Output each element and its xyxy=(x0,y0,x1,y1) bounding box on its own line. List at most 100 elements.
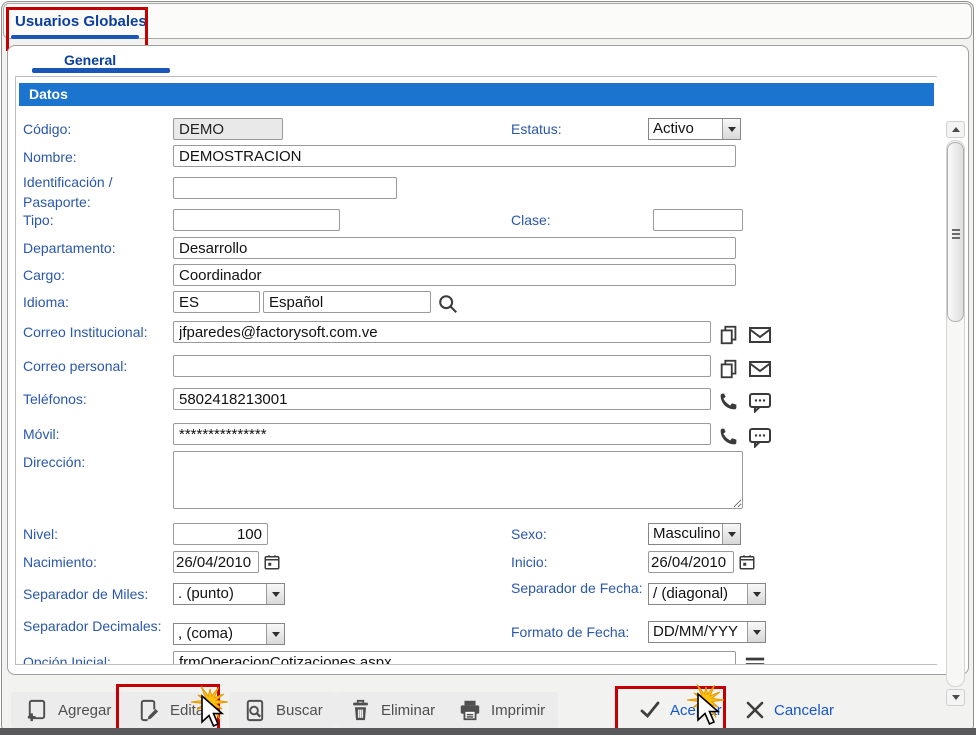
mail-icon[interactable] xyxy=(747,356,772,381)
editar-button[interactable]: Editar xyxy=(123,692,222,728)
identificacion-input[interactable] xyxy=(173,177,397,199)
cancelar-button[interactable]: Cancelar xyxy=(732,692,847,728)
tab-general-underline xyxy=(32,68,170,73)
correo-institucional-input[interactable] xyxy=(173,321,711,343)
codigo-input xyxy=(173,118,283,140)
scroll-up-button[interactable] xyxy=(946,121,965,138)
chevron-down-icon[interactable] xyxy=(722,524,740,544)
edit-document-icon xyxy=(136,698,161,723)
movil-input[interactable] xyxy=(173,423,711,445)
x-icon xyxy=(745,700,765,720)
agregar-button[interactable]: Agregar xyxy=(11,692,124,728)
form-scroll-area: Datos Código: Estatus: Activo Nombre: Id… xyxy=(15,76,937,665)
phone-icon[interactable] xyxy=(716,424,741,449)
section-header-datos: Datos xyxy=(19,83,934,106)
codigo-label: Código: xyxy=(23,120,171,140)
sep-miles-select[interactable]: . (punto) xyxy=(173,583,285,605)
sep-fecha-select[interactable]: / (diagonal) xyxy=(648,583,766,605)
tab-general[interactable]: General xyxy=(64,52,116,68)
sexo-label: Sexo: xyxy=(511,525,651,545)
clase-input[interactable] xyxy=(653,209,743,231)
inicio-label: Inicio: xyxy=(511,553,651,573)
copy-icon[interactable] xyxy=(716,322,741,347)
sep-fecha-label: Separador de Fecha: xyxy=(511,579,651,599)
departamento-input[interactable] xyxy=(173,237,736,259)
cargo-input[interactable] xyxy=(173,264,736,286)
nombre-input[interactable] xyxy=(173,145,736,167)
estatus-select-value: Activo xyxy=(649,119,722,139)
nacimiento-label: Nacimiento: xyxy=(23,553,171,573)
nacimiento-input[interactable] xyxy=(173,551,259,573)
sep-miles-label: Separador de Miles: xyxy=(23,585,171,605)
movil-label: Móvil: xyxy=(23,425,171,445)
eliminar-button[interactable]: Eliminar xyxy=(336,692,448,728)
buscar-label: Buscar xyxy=(276,702,323,719)
tipo-label: Tipo: xyxy=(23,211,171,231)
direccion-textarea[interactable] xyxy=(173,451,743,509)
phone-icon[interactable] xyxy=(716,389,741,414)
cargo-label: Cargo: xyxy=(23,266,171,286)
search-icon[interactable] xyxy=(435,291,460,316)
cancelar-label: Cancelar xyxy=(774,702,834,719)
search-document-icon xyxy=(242,698,267,723)
scroll-down-button[interactable] xyxy=(946,689,965,706)
inicio-input[interactable] xyxy=(648,551,734,573)
estatus-select[interactable]: Activo xyxy=(648,118,741,140)
buscar-button[interactable]: Buscar xyxy=(229,692,336,728)
correo-institucional-label: Correo Institucional: xyxy=(23,323,171,343)
eliminar-label: Eliminar xyxy=(381,702,435,719)
menu-icon[interactable] xyxy=(742,652,767,665)
screenshot-stage: Usuarios Globales General Datos Código: … xyxy=(0,0,976,735)
clase-label: Clase: xyxy=(511,211,651,231)
sexo-select[interactable]: Masculino xyxy=(648,523,741,545)
copy-icon[interactable] xyxy=(716,356,741,381)
window-bottom-edge xyxy=(0,728,976,735)
opcion-inicial-input[interactable] xyxy=(173,651,736,665)
opcion-inicial-label: Opción Inicial: xyxy=(23,653,171,665)
telefonos-input[interactable] xyxy=(173,388,711,410)
scroll-up-icon xyxy=(952,127,960,132)
identificacion-label: Identificación / Pasaporte: xyxy=(23,173,171,212)
aceptar-label: Aceptar xyxy=(670,702,722,719)
correo-personal-label: Correo personal: xyxy=(23,357,171,377)
calendar-icon[interactable] xyxy=(737,552,757,572)
chevron-down-icon[interactable] xyxy=(747,584,765,604)
nivel-input[interactable] xyxy=(173,523,268,545)
estatus-label: Estatus: xyxy=(511,120,651,140)
check-icon xyxy=(639,699,661,721)
formato-fecha-select-value: DD/MM/YYY xyxy=(649,622,747,642)
idioma-label: Idioma: xyxy=(23,293,171,313)
direccion-label: Dirección: xyxy=(23,453,171,473)
nombre-label: Nombre: xyxy=(23,148,171,168)
correo-personal-input[interactable] xyxy=(173,355,711,377)
sep-decimales-label: Separador Decimales: xyxy=(23,617,171,637)
idioma-code-input[interactable] xyxy=(173,291,260,313)
sep-decimales-select[interactable]: , (coma) xyxy=(173,623,285,645)
imprimir-button[interactable]: Imprimir xyxy=(445,692,558,728)
sexo-select-value: Masculino xyxy=(649,524,722,544)
chevron-down-icon[interactable] xyxy=(266,624,284,644)
tipo-input[interactable] xyxy=(173,209,340,231)
idioma-name-input[interactable] xyxy=(263,291,431,313)
nivel-label: Nivel: xyxy=(23,525,171,545)
sms-icon[interactable] xyxy=(747,424,772,449)
scrollbar-thumb[interactable] xyxy=(947,142,964,322)
main-panel: General Datos Código: Estatus: Activo No… xyxy=(7,45,969,675)
title-bar: Usuarios Globales xyxy=(3,3,972,39)
sms-icon[interactable] xyxy=(747,389,772,414)
app-window: Usuarios Globales General Datos Código: … xyxy=(1,1,974,733)
calendar-icon[interactable] xyxy=(262,552,282,572)
chevron-down-icon[interactable] xyxy=(722,119,740,139)
trash-icon xyxy=(349,698,372,722)
add-document-icon xyxy=(24,698,49,723)
mail-icon[interactable] xyxy=(747,322,772,347)
scroll-down-icon xyxy=(952,695,960,700)
chevron-down-icon[interactable] xyxy=(747,622,765,642)
vertical-scrollbar[interactable] xyxy=(945,121,966,706)
formato-fecha-select[interactable]: DD/MM/YYY xyxy=(648,621,766,643)
agregar-label: Agregar xyxy=(58,702,111,719)
sep-decimales-select-value: , (coma) xyxy=(174,624,266,644)
formato-fecha-label: Formato de Fecha: xyxy=(511,623,651,643)
aceptar-button[interactable]: Aceptar xyxy=(626,692,735,728)
chevron-down-icon[interactable] xyxy=(266,584,284,604)
